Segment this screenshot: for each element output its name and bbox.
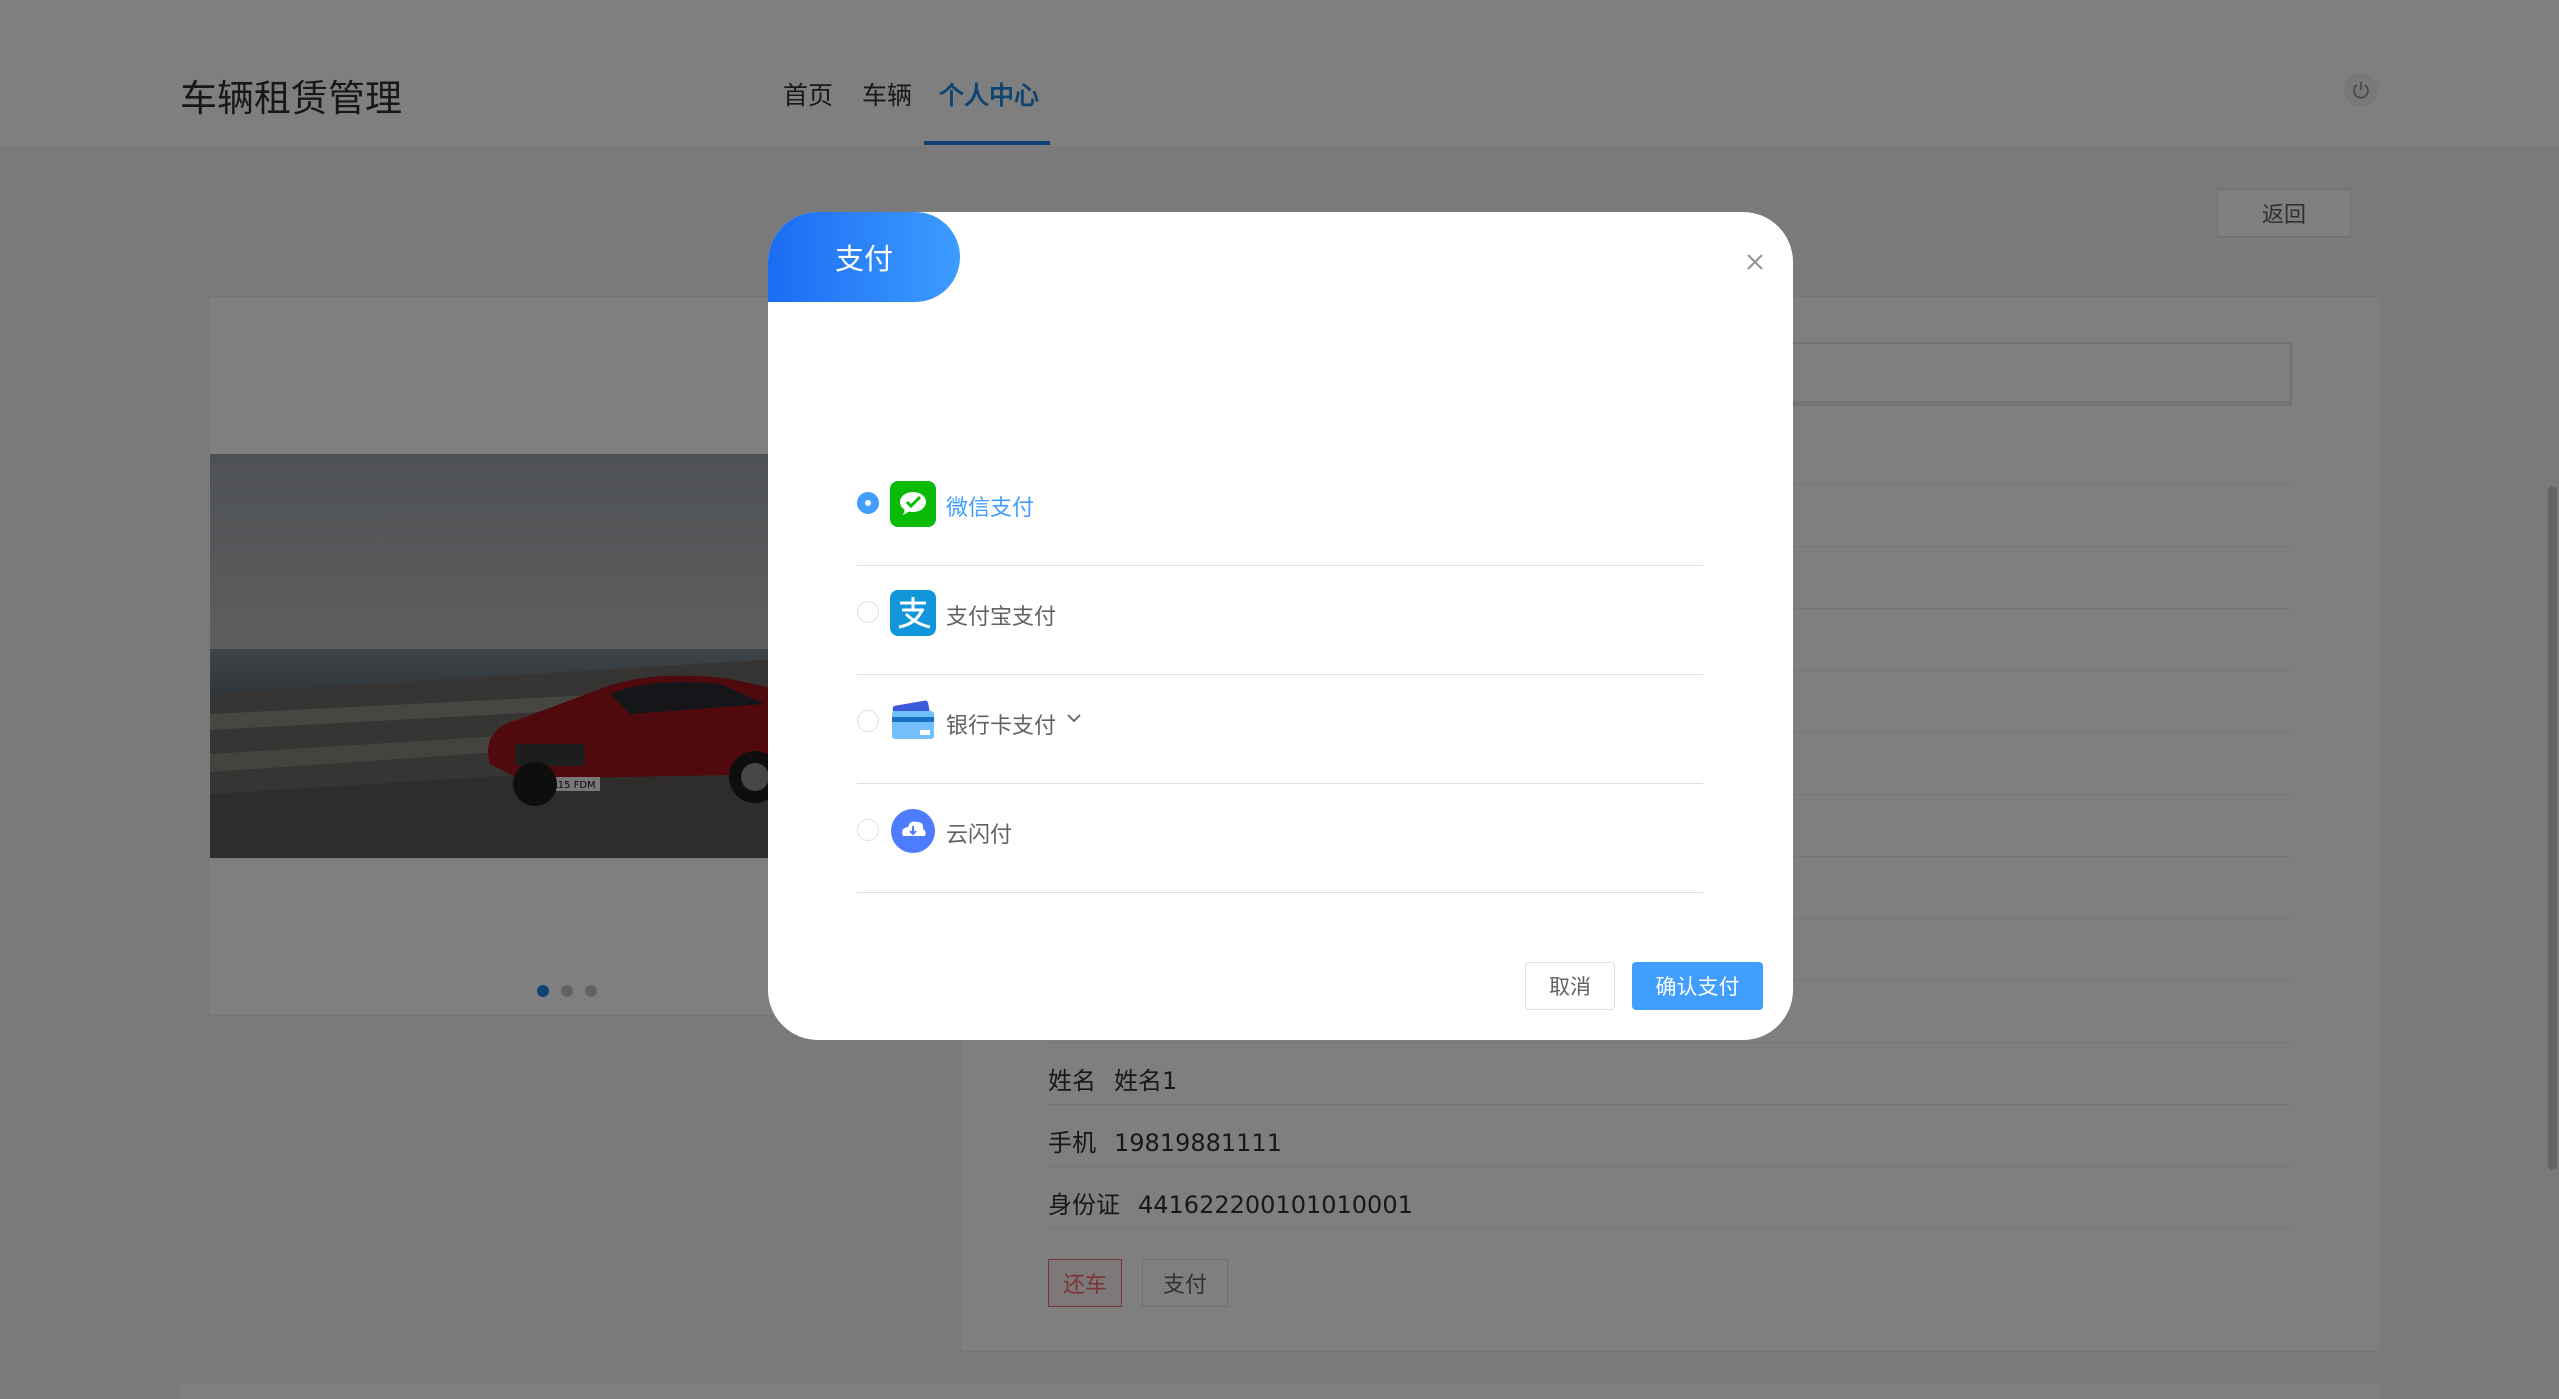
wechat-pay-label: 微信支付 <box>946 496 1035 521</box>
radio-quickpass[interactable] <box>857 819 879 841</box>
payment-option-wechat[interactable]: 微信支付 <box>857 457 1703 566</box>
radio-wechat[interactable] <box>857 492 879 514</box>
alipay-label: 支付宝支付 <box>946 605 1057 630</box>
close-button[interactable] <box>1738 245 1772 279</box>
payment-option-alipay[interactable]: 支付宝支付 <box>857 566 1703 675</box>
radio-alipay[interactable] <box>857 601 879 623</box>
chevron-down-icon[interactable] <box>1065 711 1083 725</box>
wechat-pay-icon <box>890 481 936 527</box>
bank-card-icon <box>892 700 934 739</box>
payment-dialog: 支付 微信支付 支付宝支付 银行卡支付 云闪付 取消 确认支付 <box>768 212 1793 1040</box>
payment-method-list: 微信支付 支付宝支付 银行卡支付 云闪付 <box>857 457 1703 893</box>
bank-card-label: 银行卡支付 <box>946 714 1057 739</box>
quickpass-label: 云闪付 <box>946 823 1013 848</box>
radio-bank-card[interactable] <box>857 710 879 732</box>
payment-option-quickpass[interactable]: 云闪付 <box>857 784 1703 893</box>
close-icon <box>1747 254 1763 270</box>
cancel-button[interactable]: 取消 <box>1525 962 1615 1010</box>
unionpay-quickpass-icon <box>891 809 935 853</box>
payment-option-bank-card[interactable]: 银行卡支付 <box>857 675 1703 784</box>
alipay-icon <box>890 590 936 636</box>
confirm-payment-button[interactable]: 确认支付 <box>1632 962 1763 1010</box>
dialog-title: 支付 <box>768 212 960 302</box>
